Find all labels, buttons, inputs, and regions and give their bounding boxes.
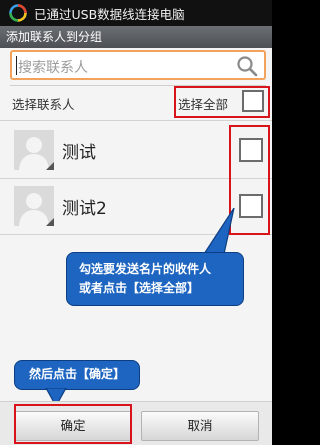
text-caret bbox=[16, 56, 17, 75]
contact-name: 测试2 bbox=[62, 199, 107, 219]
divider bbox=[0, 120, 272, 121]
contact-picker: 搜索联系人 选择联系人 选择全部 测试 测试2 勾选要发送名片的收件人 或者点击… bbox=[0, 48, 272, 445]
contact-name: 测试 bbox=[62, 143, 96, 163]
highlight-select-all bbox=[174, 86, 270, 118]
search-icon[interactable] bbox=[236, 55, 258, 77]
default-avatar-icon bbox=[14, 186, 54, 226]
status-bar: 已通过USB数据线连接电脑 bbox=[0, 0, 272, 26]
usb-connection-icon bbox=[8, 3, 28, 23]
status-text: 已通过USB数据线连接电脑 bbox=[34, 6, 185, 22]
callout-line: 或者点击【选择全部】 bbox=[79, 281, 200, 295]
default-avatar-icon bbox=[14, 130, 54, 170]
callout-pointer bbox=[202, 208, 235, 255]
search-input[interactable]: 搜索联系人 bbox=[10, 50, 266, 80]
search-placeholder: 搜索联系人 bbox=[18, 60, 88, 76]
cancel-button[interactable]: 取消 bbox=[141, 411, 259, 441]
instruction-callout-confirm: 然后点击【确定】 bbox=[14, 360, 140, 390]
instruction-callout-select: 勾选要发送名片的收件人 或者点击【选择全部】 bbox=[66, 252, 244, 306]
page-title: 添加联系人到分组 bbox=[0, 26, 272, 48]
select-contacts-label: 选择联系人 bbox=[12, 97, 75, 112]
callout-line: 勾选要发送名片的收件人 bbox=[79, 262, 212, 276]
highlight-confirm bbox=[14, 404, 132, 444]
